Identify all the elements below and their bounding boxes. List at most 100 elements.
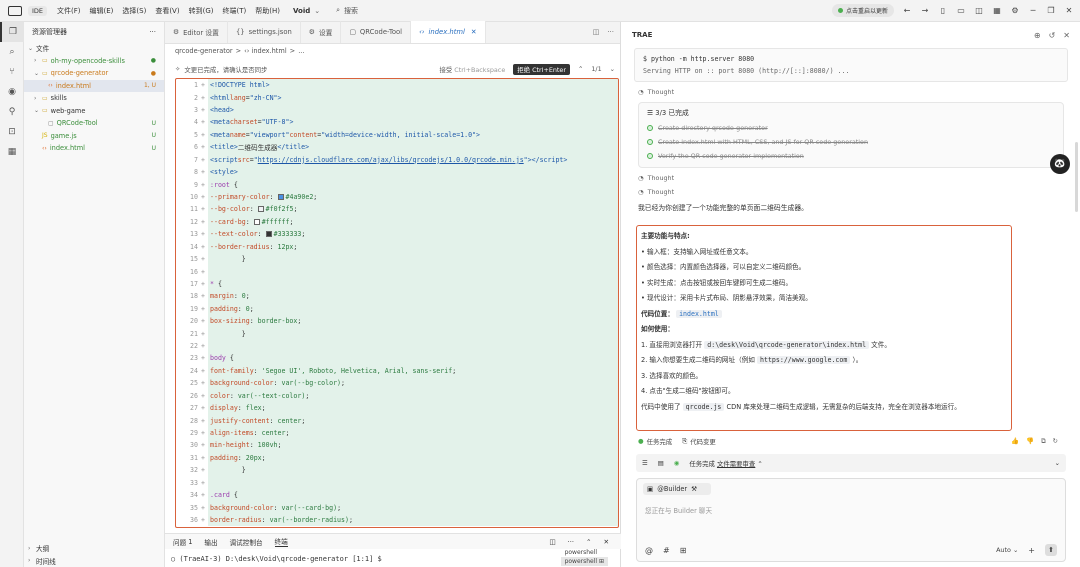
nav-back-icon[interactable]: ← [902, 6, 912, 15]
section-outline[interactable]: › 大纲 [24, 542, 165, 555]
tab-terminal[interactable]: 终端 [274, 536, 288, 547]
tree-item[interactable]: ▢ QRCode-Tool U [24, 117, 164, 130]
source-control-icon[interactable]: ⑂ [0, 62, 24, 82]
layout-customize-icon[interactable]: ▦ [992, 6, 1002, 15]
editor-tab[interactable]: ⚙ 设置 [301, 21, 342, 43]
menu-file[interactable]: 文件(F) [57, 6, 81, 16]
code-line[interactable]: 7 + <script src = " https://cdnjs.cloudflare… [176, 153, 618, 166]
tree-item[interactable]: ‹› index.html U [24, 142, 164, 155]
send-button[interactable]: ⬆ [1045, 544, 1057, 556]
menu-help[interactable]: 帮助(H) [255, 6, 280, 16]
code-line[interactable]: 18 + margin: 0; [176, 290, 618, 303]
tab-debug-console[interactable]: 调试控制台 [230, 537, 263, 547]
tree-item[interactable]: ‹› index.html 1, U [24, 79, 164, 92]
search-box[interactable]: 搜索 [344, 6, 358, 16]
code-line[interactable]: 17 + * { [176, 277, 618, 291]
code-line[interactable]: 15 + } [176, 252, 618, 266]
layout-aux-icon[interactable]: ◫ [974, 6, 984, 15]
code-line[interactable]: 4 + <meta charset = "UTF-8" > [176, 116, 618, 129]
nav-forward-icon[interactable]: → [920, 6, 930, 15]
file-link[interactable]: index.html [676, 309, 722, 318]
reject-button[interactable]: 拒绝 Ctrl+Enter [513, 63, 570, 75]
terminal-prompt[interactable]: ○ (TraeAI-3) D:\desk\Void\qrcode-generat… [165, 550, 621, 567]
section-timeline[interactable]: › 时间线 [24, 555, 165, 567]
code-line[interactable]: 11 + --bg-color: #f0f2f5; [176, 203, 618, 216]
chat-input-placeholder[interactable]: 您正在与 Builder 聊天 [645, 505, 1057, 515]
close-panel-icon[interactable]: ✕ [603, 538, 609, 546]
task-list-head[interactable]: ☰ 3/3 已完成 [647, 107, 1055, 117]
search-icon[interactable]: ⌕ [336, 6, 340, 15]
avatar[interactable]: 🐼 [1050, 154, 1070, 174]
editor-tab[interactable]: {} settings.json [228, 21, 301, 43]
menu-selection[interactable]: 选择(S) [122, 6, 146, 16]
tab-problems[interactable]: 问题 [173, 537, 186, 547]
close-tab-icon[interactable]: ✕ [471, 28, 477, 36]
breadcrumb-more[interactable]: ... [298, 47, 304, 55]
thought-toggle[interactable]: ◔ Thought [638, 88, 1064, 96]
section-files[interactable]: ⌄ 文件 [24, 42, 164, 55]
mention-icon[interactable]: @ [645, 546, 653, 555]
chevron-down-icon[interactable]: ⌄ [610, 65, 615, 73]
code-line[interactable]: 16 + [176, 265, 618, 278]
code-line[interactable]: 30 + min-height: 100vh; [176, 439, 618, 452]
copy-icon[interactable]: ⧉ [1041, 437, 1046, 446]
code-line[interactable]: 22 + [176, 339, 618, 353]
code-line[interactable]: 21 + } [176, 327, 618, 340]
code-line[interactable]: 32 + } [176, 464, 618, 477]
chevron-down-icon[interactable]: ⌄ [314, 7, 320, 15]
code-line[interactable]: 20 + box-sizing: border-box; [176, 315, 618, 328]
image-icon[interactable]: ⊞ [680, 546, 687, 555]
new-chat-icon[interactable]: ⊕ [1034, 31, 1041, 40]
accept-button[interactable]: 接受 Ctrl+Backspace [439, 65, 505, 74]
chevron-up-icon[interactable]: ⌃ [586, 538, 592, 546]
update-button[interactable]: 点击重启以更新 [831, 4, 894, 17]
more-actions-icon[interactable]: ··· [607, 28, 614, 36]
tree-item[interactable]: ⌄ ▭ qrcode-generator ● [24, 67, 164, 80]
breadcrumb-file[interactable]: ‹› index.html [244, 47, 287, 55]
remote-icon[interactable]: ⚲ [0, 102, 24, 122]
doc-icon[interactable]: ▤ [658, 459, 664, 467]
code-line[interactable]: 8 + <style> [176, 165, 618, 179]
expand-icon[interactable]: ⌄ [1055, 459, 1060, 467]
close-icon[interactable]: ✕ [1064, 6, 1074, 15]
editor-tab[interactable]: ▢ QRCode-Tool [341, 21, 412, 43]
code-line[interactable]: 23 + body { [176, 352, 618, 365]
chevron-up-icon[interactable]: ⌃ [578, 65, 583, 73]
layout-sidebar-icon[interactable]: ▯ [938, 6, 948, 15]
code-line[interactable]: 2 + <html lang = "zh-CN" > [176, 91, 618, 104]
code-line[interactable]: 10 + --primary-color: #4a90e2; [176, 190, 618, 204]
code-line[interactable]: 25 + background-color: var(--bg-color); [176, 377, 618, 390]
thumbs-down-icon[interactable]: 👎 [1026, 437, 1034, 446]
code-changes-button[interactable]: 代码变更 [690, 437, 716, 446]
code-line[interactable]: 28 + justify-content: center; [176, 414, 618, 427]
minimize-icon[interactable]: ─ [1028, 6, 1038, 15]
code-line[interactable]: 5 + <meta name = "viewport" content = "width=… [176, 128, 618, 142]
run-debug-icon[interactable]: ◉ [0, 82, 24, 102]
layout-panel-icon[interactable]: ▭ [956, 6, 966, 15]
tree-item[interactable]: › ▭ skills [24, 92, 164, 105]
code-line[interactable]: 6 + <title> 二维码生成器 </title> [176, 141, 618, 154]
code-line[interactable]: 13 + --text-color: #333333; [176, 228, 618, 241]
editor-tab[interactable]: ⚙ Editor 设置 [165, 21, 228, 43]
menu-edit[interactable]: 编辑(E) [90, 6, 114, 16]
close-icon[interactable]: ✕ [1063, 31, 1070, 40]
code-line[interactable]: 34 + .card { [176, 488, 618, 502]
project-switcher[interactable]: Void [293, 7, 310, 15]
more-actions-icon[interactable]: ··· [149, 28, 156, 36]
thought-toggle[interactable]: ◔ Thought [638, 174, 1064, 182]
more-actions-icon[interactable]: ··· [568, 538, 574, 546]
agent-selector[interactable]: ▣ @Builder ⚒ [643, 483, 711, 495]
code-line[interactable]: 33 + [176, 476, 618, 489]
model-select[interactable]: Auto ⌄ [996, 546, 1018, 554]
history-icon[interactable]: ↺ [1049, 31, 1056, 40]
thought-toggle[interactable]: ◔ Thought [638, 188, 1064, 196]
grid-apps-icon[interactable]: ▦ [0, 142, 24, 162]
settings-gear-icon[interactable]: ⚙ [1010, 6, 1020, 15]
tree-item[interactable]: › ▭ oh-my-opencode-skills ● [24, 55, 164, 68]
code-line[interactable]: 26 + color: var(--text-color); [176, 389, 618, 402]
breadcrumb-folder[interactable]: qrcode-generator [175, 47, 233, 55]
thumbs-up-icon[interactable]: 👍 [1011, 437, 1019, 446]
extensions-icon[interactable]: ⊡ [0, 122, 24, 142]
code-line[interactable]: 19 + padding: 0; [176, 302, 618, 316]
code-line[interactable]: 24 + font-family: 'Segoe UI', Roboto, Hel… [176, 364, 618, 378]
